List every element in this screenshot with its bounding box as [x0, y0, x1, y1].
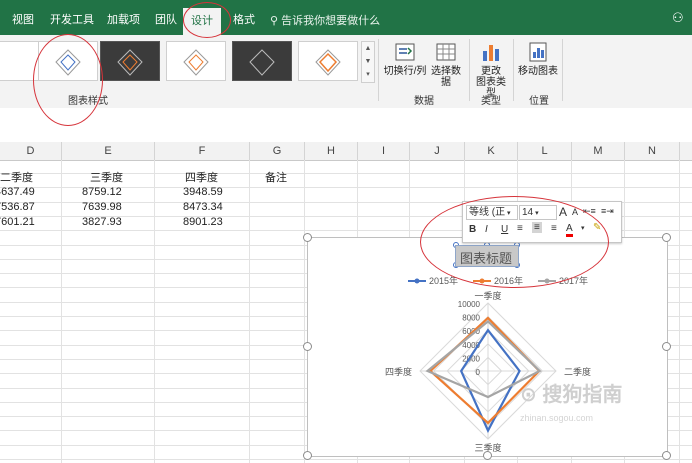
chart-style-2[interactable] — [100, 41, 160, 81]
change-chart-type-button[interactable]: 更改 图表类型 — [472, 41, 510, 99]
grid-column-line — [249, 160, 250, 463]
chart-resize-handle[interactable] — [662, 233, 671, 242]
column-header-K[interactable]: K — [465, 142, 518, 160]
column-header-H[interactable]: H — [305, 142, 358, 160]
annotation-ellipse-title — [420, 196, 609, 288]
cell-f[interactable]: 3948.59 — [183, 185, 223, 199]
chart-style-4[interactable] — [232, 41, 292, 81]
cell-d[interactable]: 4637.49 — [0, 185, 35, 199]
cell-d[interactable]: 7601.21 — [0, 215, 35, 229]
column-header-F[interactable]: F — [155, 142, 250, 160]
group-separator — [513, 39, 514, 101]
cell-header-d[interactable]: 二季度 — [0, 171, 33, 185]
tab-3[interactable]: 团队 — [155, 0, 177, 35]
annotation-ellipse-design-tab — [183, 2, 231, 38]
column-header-L[interactable]: L — [518, 142, 572, 160]
column-header-J[interactable]: J — [410, 142, 465, 160]
watermark-logo-icon: ⊙ — [520, 384, 543, 406]
column-header-M[interactable]: M — [572, 142, 625, 160]
chart-resize-handle[interactable] — [303, 233, 312, 242]
select-data-button[interactable]: 选择数据 — [427, 41, 465, 88]
ribbon-design: ▲ ▼ ▾ 图表样式 切换行/列 选择数据 数据 更改 图表类型 类型 移动图表… — [0, 35, 692, 109]
chevron-down-icon[interactable]: ▼ — [362, 55, 374, 68]
cell-header-f[interactable]: 四季度 — [185, 171, 218, 185]
radar-thumbnail-icon — [183, 49, 209, 76]
watermark: ⊙ 搜狗指南 — [520, 384, 623, 406]
radar-category-label: 四季度 — [385, 366, 412, 377]
cell-f[interactable]: 8473.34 — [183, 200, 223, 214]
cell-header-g[interactable]: 备注 — [265, 171, 287, 185]
grid-column-line — [61, 160, 62, 463]
switch-row-column-icon — [395, 43, 415, 61]
tab-2[interactable]: 加载项 — [107, 0, 140, 35]
more-icon[interactable]: ▾ — [362, 68, 374, 81]
cell-e[interactable]: 7639.98 — [82, 200, 122, 214]
chart-resize-handle[interactable] — [662, 342, 671, 351]
cell-e[interactable]: 3827.93 — [82, 215, 122, 229]
formula-area — [0, 108, 692, 143]
radar-thumbnail-icon — [249, 49, 275, 76]
annotation-ellipse-style — [33, 34, 103, 126]
radar-thumbnail-icon — [315, 49, 341, 76]
column-header-N[interactable]: N — [625, 142, 680, 160]
chart-style-3[interactable] — [166, 41, 226, 81]
user-icon[interactable]: ⚇ — [672, 10, 684, 26]
switch-row-column-button[interactable]: 切换行/列 — [383, 41, 427, 77]
move-chart-icon — [529, 42, 547, 62]
indent-decrease-icon[interactable]: ≡⇥ — [601, 206, 614, 217]
move-chart-button[interactable]: 移动图表 — [517, 41, 559, 77]
chart-resize-handle[interactable] — [483, 451, 492, 460]
chart-resize-handle[interactable] — [303, 342, 312, 351]
column-header-E[interactable]: E — [62, 142, 155, 160]
tell-me-search[interactable]: ⚲ 告诉我你想要做什么 — [270, 0, 380, 35]
column-header-G[interactable]: G — [250, 142, 305, 160]
radar-tick-label: 0 — [476, 368, 481, 377]
group-separator — [562, 39, 563, 101]
chevron-up-icon[interactable]: ▲ — [362, 42, 374, 55]
cell-d[interactable]: 7536.87 — [0, 200, 35, 214]
tab-0[interactable]: 视图 — [12, 0, 34, 35]
tab-1[interactable]: 开发工具 — [50, 0, 94, 35]
legend-marker — [414, 278, 420, 284]
chart-resize-handle[interactable] — [303, 451, 312, 460]
ribbon-tab-bar: 视图 开发工具 加载项 团队 设计 格式 ⚲ 告诉我你想要做什么 ⚇ — [0, 0, 692, 35]
radar-tick-label: 10000 — [458, 300, 481, 309]
watermark-url: zhinan.sogou.com — [520, 413, 594, 423]
select-data-icon — [436, 43, 456, 61]
gallery-scroll[interactable]: ▲ ▼ ▾ — [361, 41, 375, 83]
tab-5[interactable]: 格式 — [233, 0, 255, 35]
bar-chart-icon — [483, 45, 499, 61]
cell-e[interactable]: 8759.12 — [82, 185, 122, 199]
column-header-D[interactable]: D — [0, 142, 62, 160]
chart-resize-handle[interactable] — [662, 451, 671, 460]
grid-column-line — [154, 160, 155, 463]
search-icon: ⚲ — [270, 15, 282, 27]
radar-thumbnail-icon — [117, 49, 143, 76]
chart-style-5[interactable] — [298, 41, 358, 81]
group-separator — [378, 39, 379, 101]
group-label-location: 位置 — [529, 96, 549, 107]
cell-header-e[interactable]: 三季度 — [90, 171, 123, 185]
grid-column-line — [304, 160, 305, 463]
group-label-type: 类型 — [481, 96, 501, 107]
column-header-bar: DEFGHIJKLMN — [0, 142, 692, 161]
radar-tick-label: 8000 — [462, 314, 480, 323]
radar-category-label: 二季度 — [564, 366, 591, 377]
group-label-data: 数据 — [414, 96, 434, 107]
radar-category-label: 一季度 — [474, 290, 501, 301]
column-header-I[interactable]: I — [358, 142, 410, 160]
grid-column-line — [679, 160, 680, 463]
group-separator — [469, 39, 470, 101]
cell-f[interactable]: 8901.23 — [183, 215, 223, 229]
grid-row-line — [0, 459, 692, 460]
